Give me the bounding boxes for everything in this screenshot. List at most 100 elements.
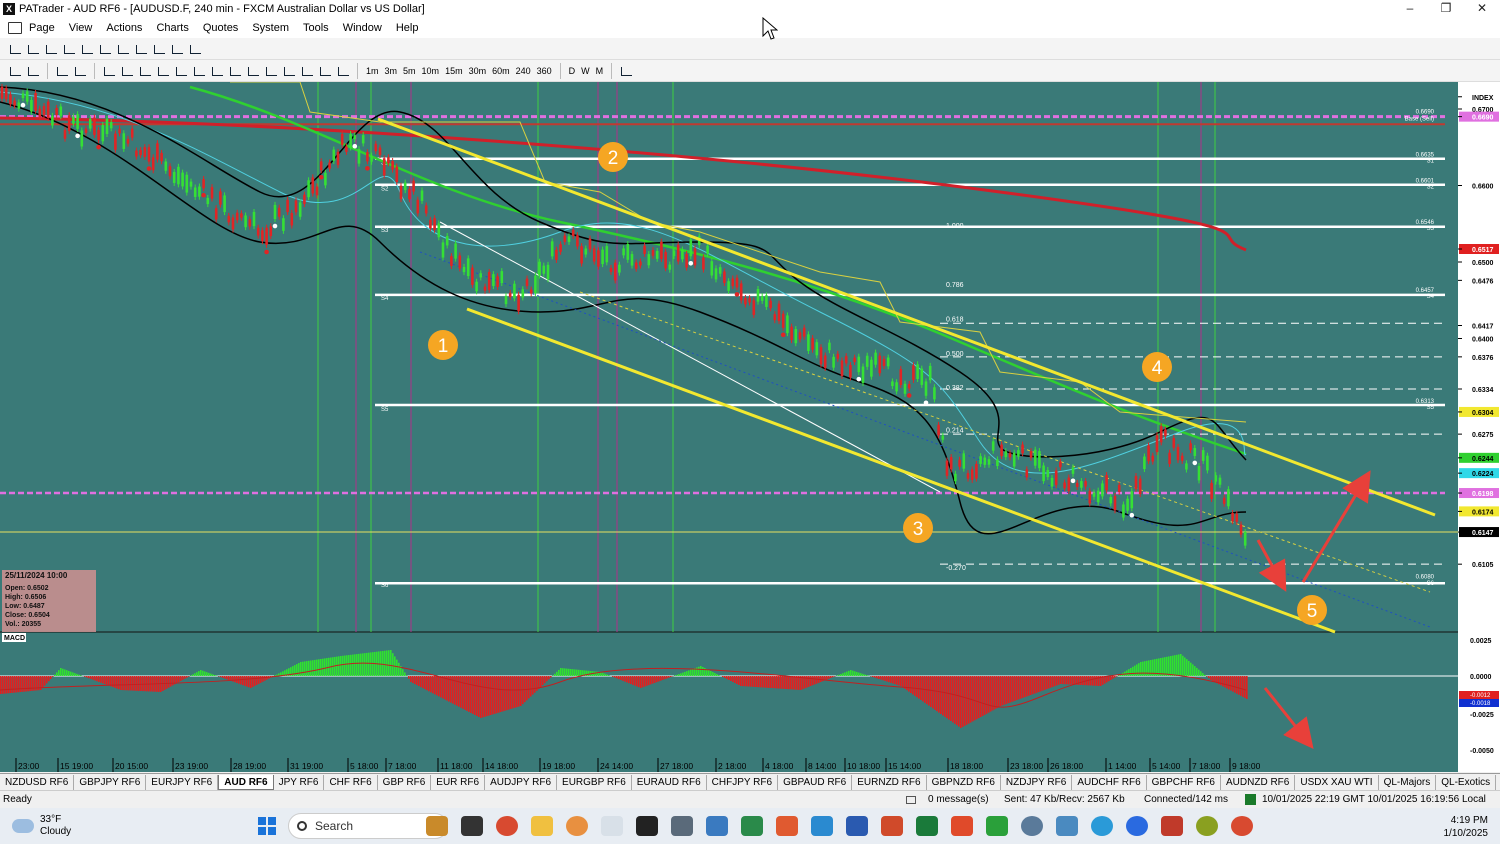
chrome-icon[interactable] [496,816,518,836]
timeframe-10m[interactable]: 10m [419,66,443,76]
tab-gbpchf-rf6[interactable]: GBPCHF RF6 [1147,774,1221,790]
toolbox-icon[interactable] [1161,816,1183,836]
price-chart[interactable]: 0.6690Base (Sell)0.6635S10.6601S20.6546S… [0,81,1500,772]
start-button[interactable] [258,817,276,835]
file-explorer-icon[interactable] [426,816,448,836]
s-app-blue-icon[interactable] [811,816,833,836]
tab-ql-exotics[interactable]: QL-Exotics [1436,774,1497,790]
timeframe-w[interactable]: W [578,66,593,76]
minimize-button[interactable]: – [1392,0,1428,18]
word-icon[interactable] [846,816,868,836]
indicator-chart-icon[interactable] [151,42,167,56]
tab-euraud-rf6[interactable]: EURAUD RF6 [632,774,707,790]
status-messages[interactable]: 0 message(s) [928,794,989,805]
calculator-icon[interactable] [671,816,693,836]
timeframe-5m[interactable]: 5m [400,66,419,76]
tab-aud-rf6[interactable]: AUD RF6 [218,774,274,790]
tab-eurjpy-rf6[interactable]: EURJPY RF6 [146,774,219,790]
w-app-yellow-icon[interactable] [1196,816,1218,836]
powerpoint-icon[interactable] [881,816,903,836]
s-app-red-icon[interactable] [776,816,798,836]
tab-eur-rf6[interactable]: EUR RF6 [431,774,486,790]
text-tool-icon[interactable] [317,64,333,78]
fib-retracement-icon[interactable] [209,64,225,78]
menu-system[interactable]: System [245,22,296,34]
histogram-chart-icon[interactable] [187,42,203,56]
crosshair-icon[interactable] [72,64,88,78]
tab-usdx-xau-wti[interactable]: USDX XAU WTI [1295,774,1379,790]
close-button[interactable]: ✕ [1464,0,1500,18]
sell-arrow-icon[interactable] [25,64,41,78]
line-chart-icon[interactable] [61,42,77,56]
tab-eurgbp-rf6[interactable]: EURGBP RF6 [557,774,632,790]
timeframe-m[interactable]: M [593,66,607,76]
tab-gbpjpy-rf6[interactable]: GBPJPY RF6 [74,774,147,790]
timeframe-3m[interactable]: 3m [382,66,401,76]
maximize-button[interactable]: ❐ [1428,0,1464,18]
chrome-2-icon[interactable] [1231,816,1253,836]
menu-quotes[interactable]: Quotes [196,22,245,34]
folder-icon[interactable] [531,816,553,836]
tab-nzdusd-rf6[interactable]: NZDUSD RF6 [0,774,75,790]
menu-view[interactable]: View [62,22,100,34]
zoom-chart-icon[interactable] [54,64,70,78]
pointer-icon[interactable] [101,64,117,78]
trend-chart-icon[interactable] [133,42,149,56]
zoom-icon[interactable] [1126,816,1148,836]
taskbar-search[interactable]: Search [288,813,448,839]
photos-icon[interactable] [1056,816,1078,836]
fibonacci-icon[interactable] [191,64,207,78]
volume-chart-icon[interactable] [97,42,113,56]
terminal-icon[interactable] [461,816,483,836]
weather-widget[interactable]: 33°F Cloudy [12,814,71,838]
tab-nzdjpy-rf6[interactable]: NZDJPY RF6 [1001,774,1073,790]
tab-audchf-rf6[interactable]: AUDCHF RF6 [1072,774,1147,790]
timeframe-15m[interactable]: 15m [442,66,466,76]
tab-gbpaud-rf6[interactable]: GBPAUD RF6 [778,774,853,790]
patrader-icon[interactable] [601,816,623,836]
fib-extension-icon[interactable] [227,64,243,78]
tab-gbp-rf6[interactable]: GBP RF6 [378,774,432,790]
menu-tools[interactable]: Tools [296,22,336,34]
settings-icon[interactable] [1021,816,1043,836]
ohlc-chart-icon[interactable] [25,42,41,56]
menu-help[interactable]: Help [389,22,426,34]
tab-audjpy-rf6[interactable]: AUDJPY RF6 [485,774,558,790]
timeframe-360[interactable]: 360 [534,66,555,76]
tab-chfjpy-rf6[interactable]: CHFJPY RF6 [707,774,779,790]
bar-chart-icon[interactable] [7,42,23,56]
tab-ql-majors[interactable]: QL-Majors [1379,774,1437,790]
pitchfork-icon[interactable] [263,64,279,78]
tab-usdx-rf6[interactable]: USDX RF6 [1496,775,1500,790]
tab-jpy-rf6[interactable]: JPY RF6 [274,774,325,790]
chart-area[interactable]: 0.6690 Base (Sell) 0.6635 S1 0.6601 S2 0.6546 S… [0,81,1500,772]
levels-icon[interactable] [335,64,351,78]
rectangle-icon[interactable] [299,64,315,78]
timeframe-30m[interactable]: 30m [466,66,490,76]
timeframe-240[interactable]: 240 [513,66,534,76]
fc-app-icon[interactable] [636,816,658,836]
vertical-line-icon[interactable] [137,64,153,78]
tab-eurnzd-rf6[interactable]: EURNZD RF6 [852,774,927,790]
notes-icon[interactable] [706,816,728,836]
page-icon[interactable] [8,22,22,34]
w-app-icon[interactable] [741,816,763,836]
tab-chf-rf6[interactable]: CHF RF6 [324,774,378,790]
menu-window[interactable]: Window [336,22,389,34]
compare-chart-icon[interactable] [169,42,185,56]
clock-icon[interactable] [618,64,634,78]
c-app-green-icon[interactable] [986,816,1008,836]
excel-icon[interactable] [916,816,938,836]
timeframe-1m[interactable]: 1m [363,66,382,76]
cycle-lines-icon[interactable] [281,64,297,78]
menu-actions[interactable]: Actions [99,22,149,34]
area-chart-icon[interactable] [79,42,95,56]
timeframe-60m[interactable]: 60m [489,66,513,76]
menu-page[interactable]: Page [22,22,62,34]
scale-chart-icon[interactable] [115,42,131,56]
buy-arrow-icon[interactable] [7,64,23,78]
trendline-icon[interactable] [155,64,171,78]
telegram-icon[interactable] [1091,816,1113,836]
tab-gbpnzd-rf6[interactable]: GBPNZD RF6 [927,774,1001,790]
tab-audnzd-rf6[interactable]: AUDNZD RF6 [1221,774,1296,790]
